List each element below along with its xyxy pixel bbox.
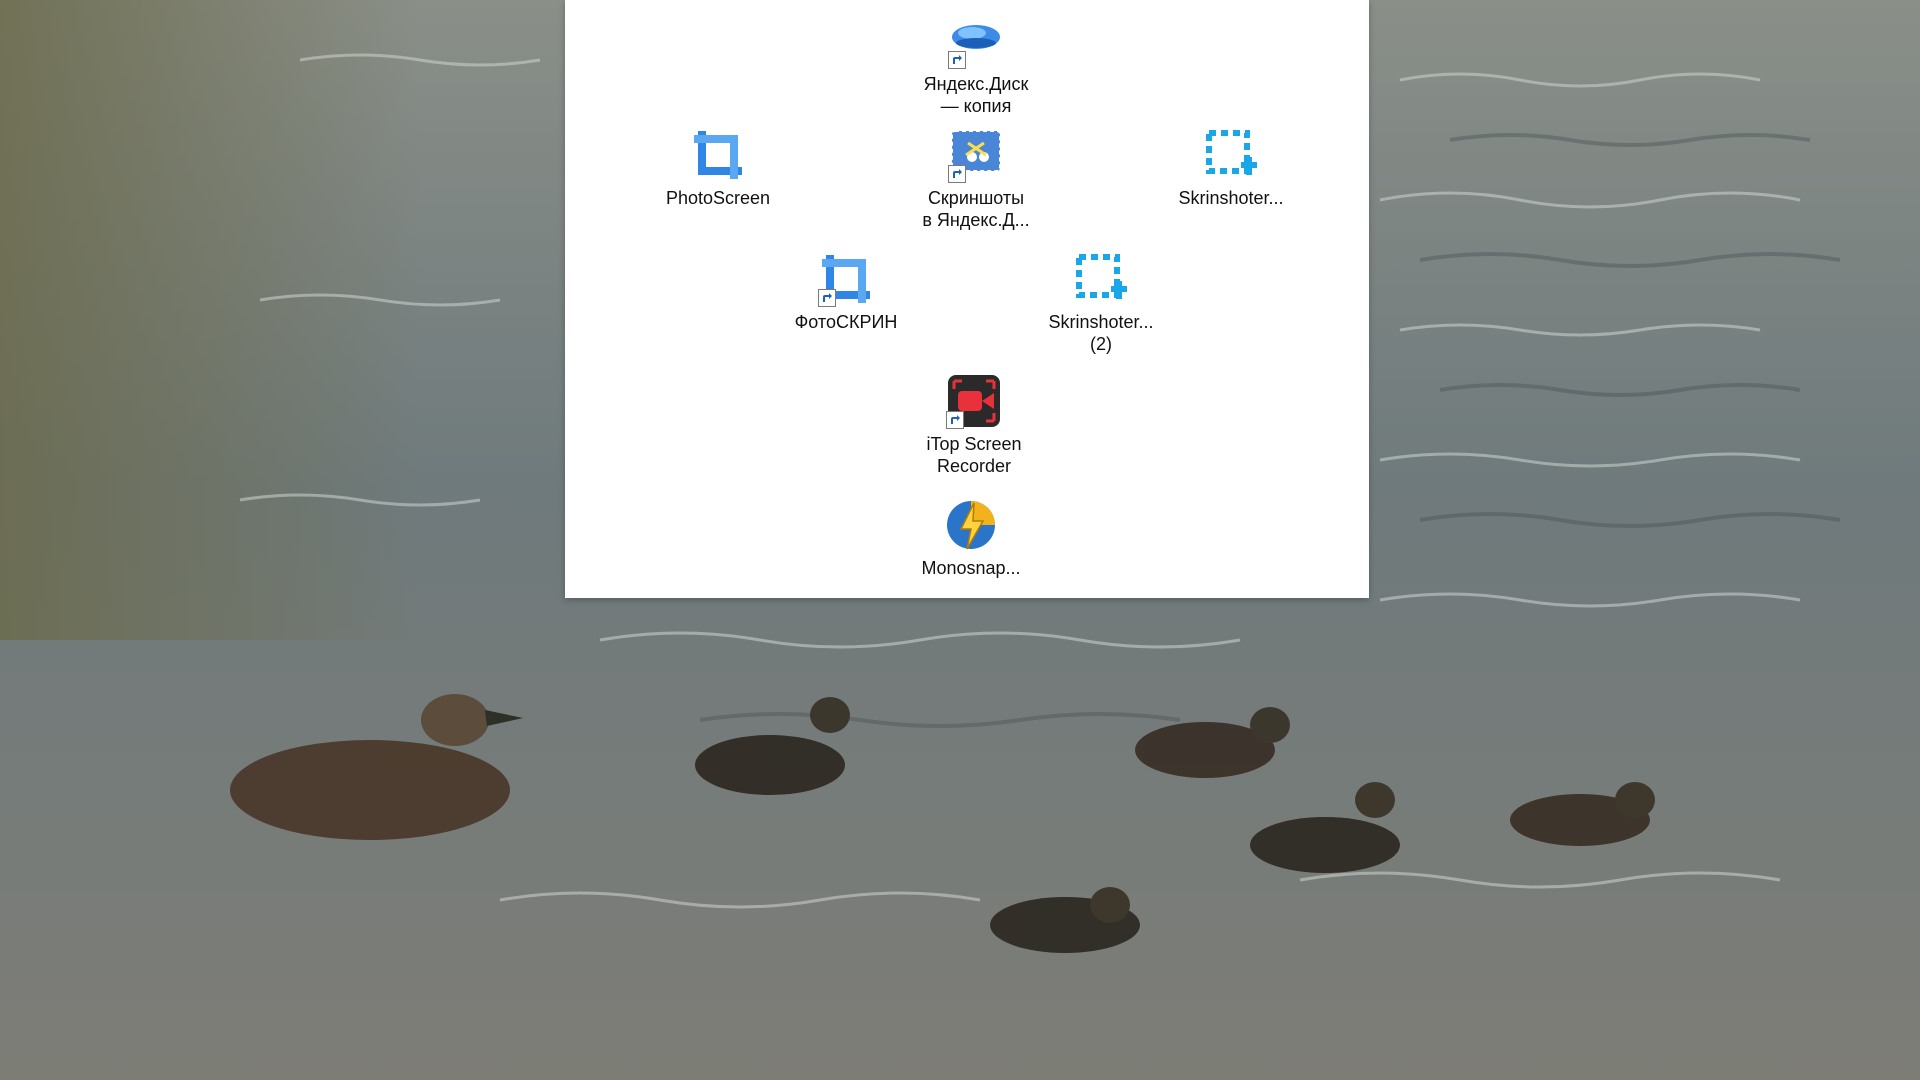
skrinshoter-icon: [1201, 125, 1261, 185]
monosnap-icon: [941, 495, 1001, 555]
shortcut-arrow-icon: [946, 411, 964, 429]
icon-label: Skrinshoter...: [1178, 188, 1284, 208]
icon-label: Monosnap...: [921, 558, 1021, 578]
shortcut-arrow-icon: [948, 165, 966, 183]
desktop-icon-area: Яндекс.Диск — копия PhotoScreen Скриншот…: [565, 0, 1369, 598]
desktop-icon-photoscreen[interactable]: PhotoScreen: [642, 122, 794, 214]
shortcut-arrow-icon: [818, 289, 836, 307]
desktop-icon-skrinshoter[interactable]: Skrinshoter...: [1155, 122, 1307, 214]
icon-label: Яндекс.Диск — копия: [923, 74, 1029, 116]
icon-label: Скриншоты в Яндекс.Д...: [922, 188, 1030, 230]
desktop-icon-skrinshoter-2[interactable]: Skrinshoter... (2): [1025, 246, 1177, 360]
icon-label: Skrinshoter... (2): [1048, 312, 1154, 354]
fotoscreen-crop-icon: [816, 249, 876, 309]
desktop-icon-yandex-screenshots[interactable]: Скриншоты в Яндекс.Д...: [900, 122, 1052, 236]
itop-recorder-icon: [944, 371, 1004, 431]
desktop-icon-monosnap[interactable]: Monosnap...: [895, 492, 1047, 584]
yandex-disk-icon: [946, 11, 1006, 71]
skrinshoter-icon: [1071, 249, 1131, 309]
desktop-icon-yandex-disk-copy[interactable]: Яндекс.Диск — копия: [900, 8, 1052, 122]
icon-label: iTop Screen Recorder: [926, 434, 1022, 476]
icon-label: ФотоСКРИН: [794, 312, 898, 332]
shortcut-arrow-icon: [948, 51, 966, 69]
desktop-icon-fotoscreen[interactable]: ФотоСКРИН: [770, 246, 922, 338]
yandex-screenshots-icon: [946, 125, 1006, 185]
photoscreen-crop-icon: [688, 125, 748, 185]
icon-label: PhotoScreen: [665, 188, 771, 208]
desktop-icon-itop-screen-recorder[interactable]: iTop Screen Recorder: [898, 368, 1050, 482]
